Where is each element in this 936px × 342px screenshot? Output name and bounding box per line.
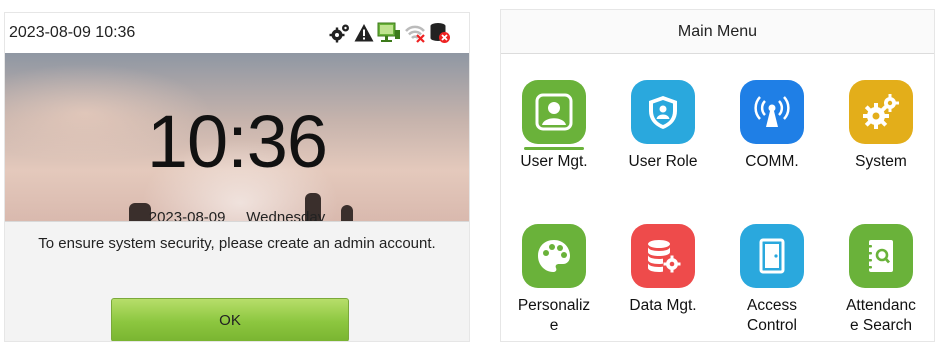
menu-item-system[interactable]: System: [828, 54, 934, 194]
menu-item-label: Attendanc e Search: [846, 297, 916, 334]
menu-item-label: Access Control: [747, 297, 797, 334]
menu-item-label: User Mgt.: [520, 153, 588, 170]
attendance-book-icon: [849, 224, 913, 288]
gears-icon: [849, 80, 913, 144]
menu-item-label: Data Mgt.: [629, 297, 697, 314]
gear-icon: [329, 23, 351, 43]
warning-icon: [354, 23, 374, 43]
standby-screen: 2023-08-09 10:36 10:36 2023-08-09 Wednes…: [4, 12, 470, 342]
door-icon: [740, 224, 804, 288]
menu-item-label: COMM.: [745, 153, 799, 170]
menu-title: Main Menu: [501, 10, 934, 54]
antenna-icon: [740, 80, 804, 144]
menu-item-label: Personaliz e: [517, 297, 591, 334]
network-connected-icon: [377, 22, 401, 44]
shield-user-icon: [631, 80, 695, 144]
status-bar: 2023-08-09 10:36: [5, 13, 469, 53]
clock-time: 10:36: [146, 100, 328, 183]
menu-item-label: System: [855, 153, 907, 170]
selected-indicator: [524, 147, 584, 150]
wifi-disabled-icon: [404, 23, 426, 43]
menu-item-user-mgt[interactable]: User Mgt.: [501, 54, 607, 194]
menu-item-access-control[interactable]: Access Control: [719, 198, 825, 338]
database-error-icon: [429, 22, 451, 44]
status-icons: [329, 19, 451, 47]
menu-item-user-role[interactable]: User Role: [610, 54, 716, 194]
menu-item-attendance-search[interactable]: Attendanc e Search: [828, 198, 934, 338]
dialog-message: To ensure system security, please create…: [38, 235, 436, 252]
menu-item-comm[interactable]: COMM.: [719, 54, 825, 194]
user-icon: [522, 80, 586, 144]
database-gear-icon: [631, 224, 695, 288]
palette-icon: [522, 224, 586, 288]
menu-item-data-mgt[interactable]: Data Mgt.: [610, 198, 716, 338]
security-dialog: To ensure system security, please create…: [5, 221, 469, 341]
menu-item-label: User Role: [628, 153, 698, 170]
main-menu-screen: Main Menu User Mgt. User Role COMM. Syst…: [500, 9, 935, 342]
status-datetime: 2023-08-09 10:36: [9, 24, 136, 41]
menu-grid: User Mgt. User Role COMM. System Persona…: [501, 54, 934, 341]
ok-button[interactable]: OK: [111, 298, 349, 341]
menu-item-personalize[interactable]: Personaliz e: [501, 198, 607, 338]
